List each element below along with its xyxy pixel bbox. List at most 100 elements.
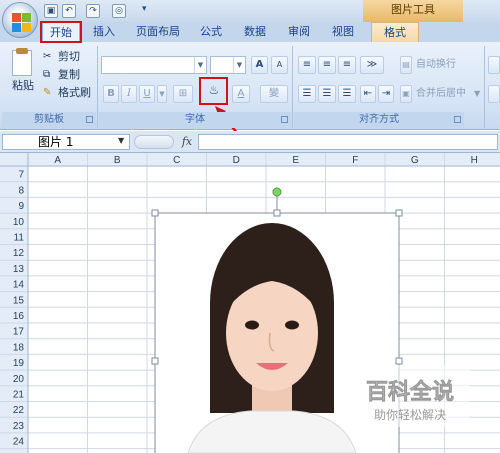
column-header-b[interactable]: B	[114, 155, 121, 166]
portrait-left-eye	[245, 320, 259, 330]
fill-color-highlight	[199, 77, 228, 105]
column-header-g[interactable]: G	[411, 155, 419, 166]
align-top-icon[interactable]: ≡	[298, 56, 316, 74]
paste-icon[interactable]	[12, 48, 32, 76]
font-name-combo[interactable]: ▼	[101, 56, 207, 74]
customize-quick-access-icon[interactable]: ▾	[142, 4, 147, 14]
phonetic-guide-button[interactable]: 變	[260, 85, 288, 103]
cut-icon[interactable]: ✂	[43, 49, 51, 65]
align-left-icon[interactable]: ☰	[298, 85, 316, 103]
merge-center-button[interactable]: 合并后居中	[416, 86, 466, 102]
resize-handle[interactable]	[151, 209, 159, 217]
alignment-launcher-icon[interactable]	[454, 116, 461, 123]
name-box-value: 图片 1	[38, 135, 74, 149]
italic-button[interactable]: I	[121, 85, 137, 103]
office-button[interactable]	[2, 2, 38, 38]
row-header-13[interactable]: 13	[13, 264, 25, 275]
watermark-subtitle: 助你轻松解决	[374, 408, 446, 422]
row-header-10[interactable]: 10	[13, 217, 25, 228]
resize-handle[interactable]	[395, 357, 403, 365]
font-size-combo[interactable]: ▼	[210, 56, 246, 74]
redo-icon[interactable]: ↷	[86, 4, 100, 18]
row-header-20[interactable]: 20	[13, 374, 25, 385]
formula-input[interactable]	[198, 134, 498, 150]
grow-font-button[interactable]: A	[251, 56, 268, 74]
font-group-label: 字体	[99, 112, 291, 128]
row-header-18[interactable]: 18	[13, 342, 25, 353]
copy-icon[interactable]: ⧉	[43, 67, 50, 83]
tab-page-layout[interactable]: 页面布局	[130, 22, 186, 42]
resize-handle[interactable]	[151, 357, 159, 365]
percent-icon[interactable]	[488, 85, 500, 103]
merge-dropdown-icon[interactable]: ▼	[474, 86, 480, 102]
resize-handle[interactable]	[273, 209, 281, 217]
copy-button[interactable]: 复制	[58, 67, 80, 83]
underline-dropdown-icon[interactable]: ▼	[157, 85, 167, 103]
row-header-7[interactable]: 7	[18, 170, 24, 181]
column-header-bar	[0, 153, 500, 166]
shrink-font-button[interactable]: A	[271, 56, 288, 74]
merge-center-icon[interactable]: ▣	[400, 85, 412, 103]
column-header-f[interactable]: F	[352, 155, 358, 166]
bold-button[interactable]: B	[103, 85, 119, 103]
column-header-e[interactable]: E	[292, 155, 299, 166]
picture-tools-context-tab: 图片工具	[363, 0, 463, 22]
alignment-group-label: 对齐方式	[294, 112, 464, 128]
row-header-11[interactable]: 11	[14, 233, 25, 244]
row-header-15[interactable]: 15	[13, 295, 25, 306]
tab-review[interactable]: 审阅	[282, 22, 316, 42]
underline-button[interactable]: U	[139, 85, 155, 103]
row-header-23[interactable]: 23	[13, 421, 25, 432]
row-header-19[interactable]: 19	[13, 358, 25, 369]
row-header-17[interactable]: 17	[13, 327, 25, 338]
tab-formulas[interactable]: 公式	[194, 22, 228, 42]
watermark-title: 百科全说	[366, 379, 454, 405]
borders-icon[interactable]: ⊞	[173, 85, 193, 103]
wrap-text-icon[interactable]: ▤	[400, 56, 412, 74]
worksheet-grid[interactable]: A B C D E F G H 7 8 9 10 11 12 13 14 15 16 17 18 19 20 21 22 23 2…	[0, 153, 500, 453]
column-header-a[interactable]: A	[54, 155, 61, 166]
clipboard-group-label: 剪贴板	[2, 112, 96, 128]
row-header-16[interactable]: 16	[13, 311, 25, 322]
rotate-handle[interactable]	[272, 187, 282, 197]
portrait-right-eye	[285, 320, 299, 330]
print-preview-icon[interactable]: ◎	[112, 4, 126, 18]
format-painter-icon[interactable]: ✎	[43, 85, 51, 101]
home-tab-highlight	[40, 21, 82, 43]
wrap-text-button[interactable]: 自动换行	[416, 57, 456, 73]
column-header-c[interactable]: C	[173, 155, 180, 166]
orientation-icon[interactable]: ≫	[360, 56, 384, 74]
row-header-22[interactable]: 22	[13, 405, 25, 416]
increase-indent-icon[interactable]: ⇥	[378, 85, 394, 103]
decrease-indent-icon[interactable]: ⇤	[360, 85, 376, 103]
resize-handle[interactable]	[395, 209, 403, 217]
column-header-h[interactable]: H	[471, 155, 478, 166]
undo-icon[interactable]: ↶	[62, 4, 76, 18]
column-header-d[interactable]: D	[233, 155, 240, 166]
tab-format[interactable]: 格式	[371, 22, 419, 42]
font-launcher-icon[interactable]	[281, 116, 288, 123]
align-right-icon[interactable]: ☰	[338, 85, 356, 103]
tab-data[interactable]: 数据	[238, 22, 272, 42]
cut-button[interactable]: 剪切	[58, 49, 80, 65]
align-bottom-icon[interactable]: ≡	[338, 56, 356, 74]
tab-insert[interactable]: 插入	[86, 22, 122, 42]
row-header-9[interactable]: 9	[18, 201, 24, 212]
paste-button[interactable]: 粘贴	[12, 78, 34, 94]
number-format-icon[interactable]	[488, 56, 500, 74]
clipboard-launcher-icon[interactable]	[86, 116, 93, 123]
tab-view[interactable]: 视图	[326, 22, 360, 42]
row-header-12[interactable]: 12	[13, 248, 25, 259]
save-icon[interactable]: ▣	[44, 4, 58, 18]
font-color-button[interactable]: A	[232, 85, 250, 103]
align-middle-icon[interactable]: ≡	[318, 56, 336, 74]
row-header-8[interactable]: 8	[18, 185, 24, 196]
row-header-21[interactable]: 21	[13, 390, 25, 401]
name-box-dropdown-icon[interactable]: ▼	[118, 136, 124, 145]
row-header-24[interactable]: 24	[13, 437, 25, 448]
insert-function-button[interactable]: fx	[178, 134, 196, 150]
align-center-icon[interactable]: ☰	[318, 85, 336, 103]
row-header-14[interactable]: 14	[13, 280, 25, 291]
format-painter-button[interactable]: 格式刷	[58, 85, 91, 101]
formula-bar-splitter[interactable]	[134, 135, 174, 149]
